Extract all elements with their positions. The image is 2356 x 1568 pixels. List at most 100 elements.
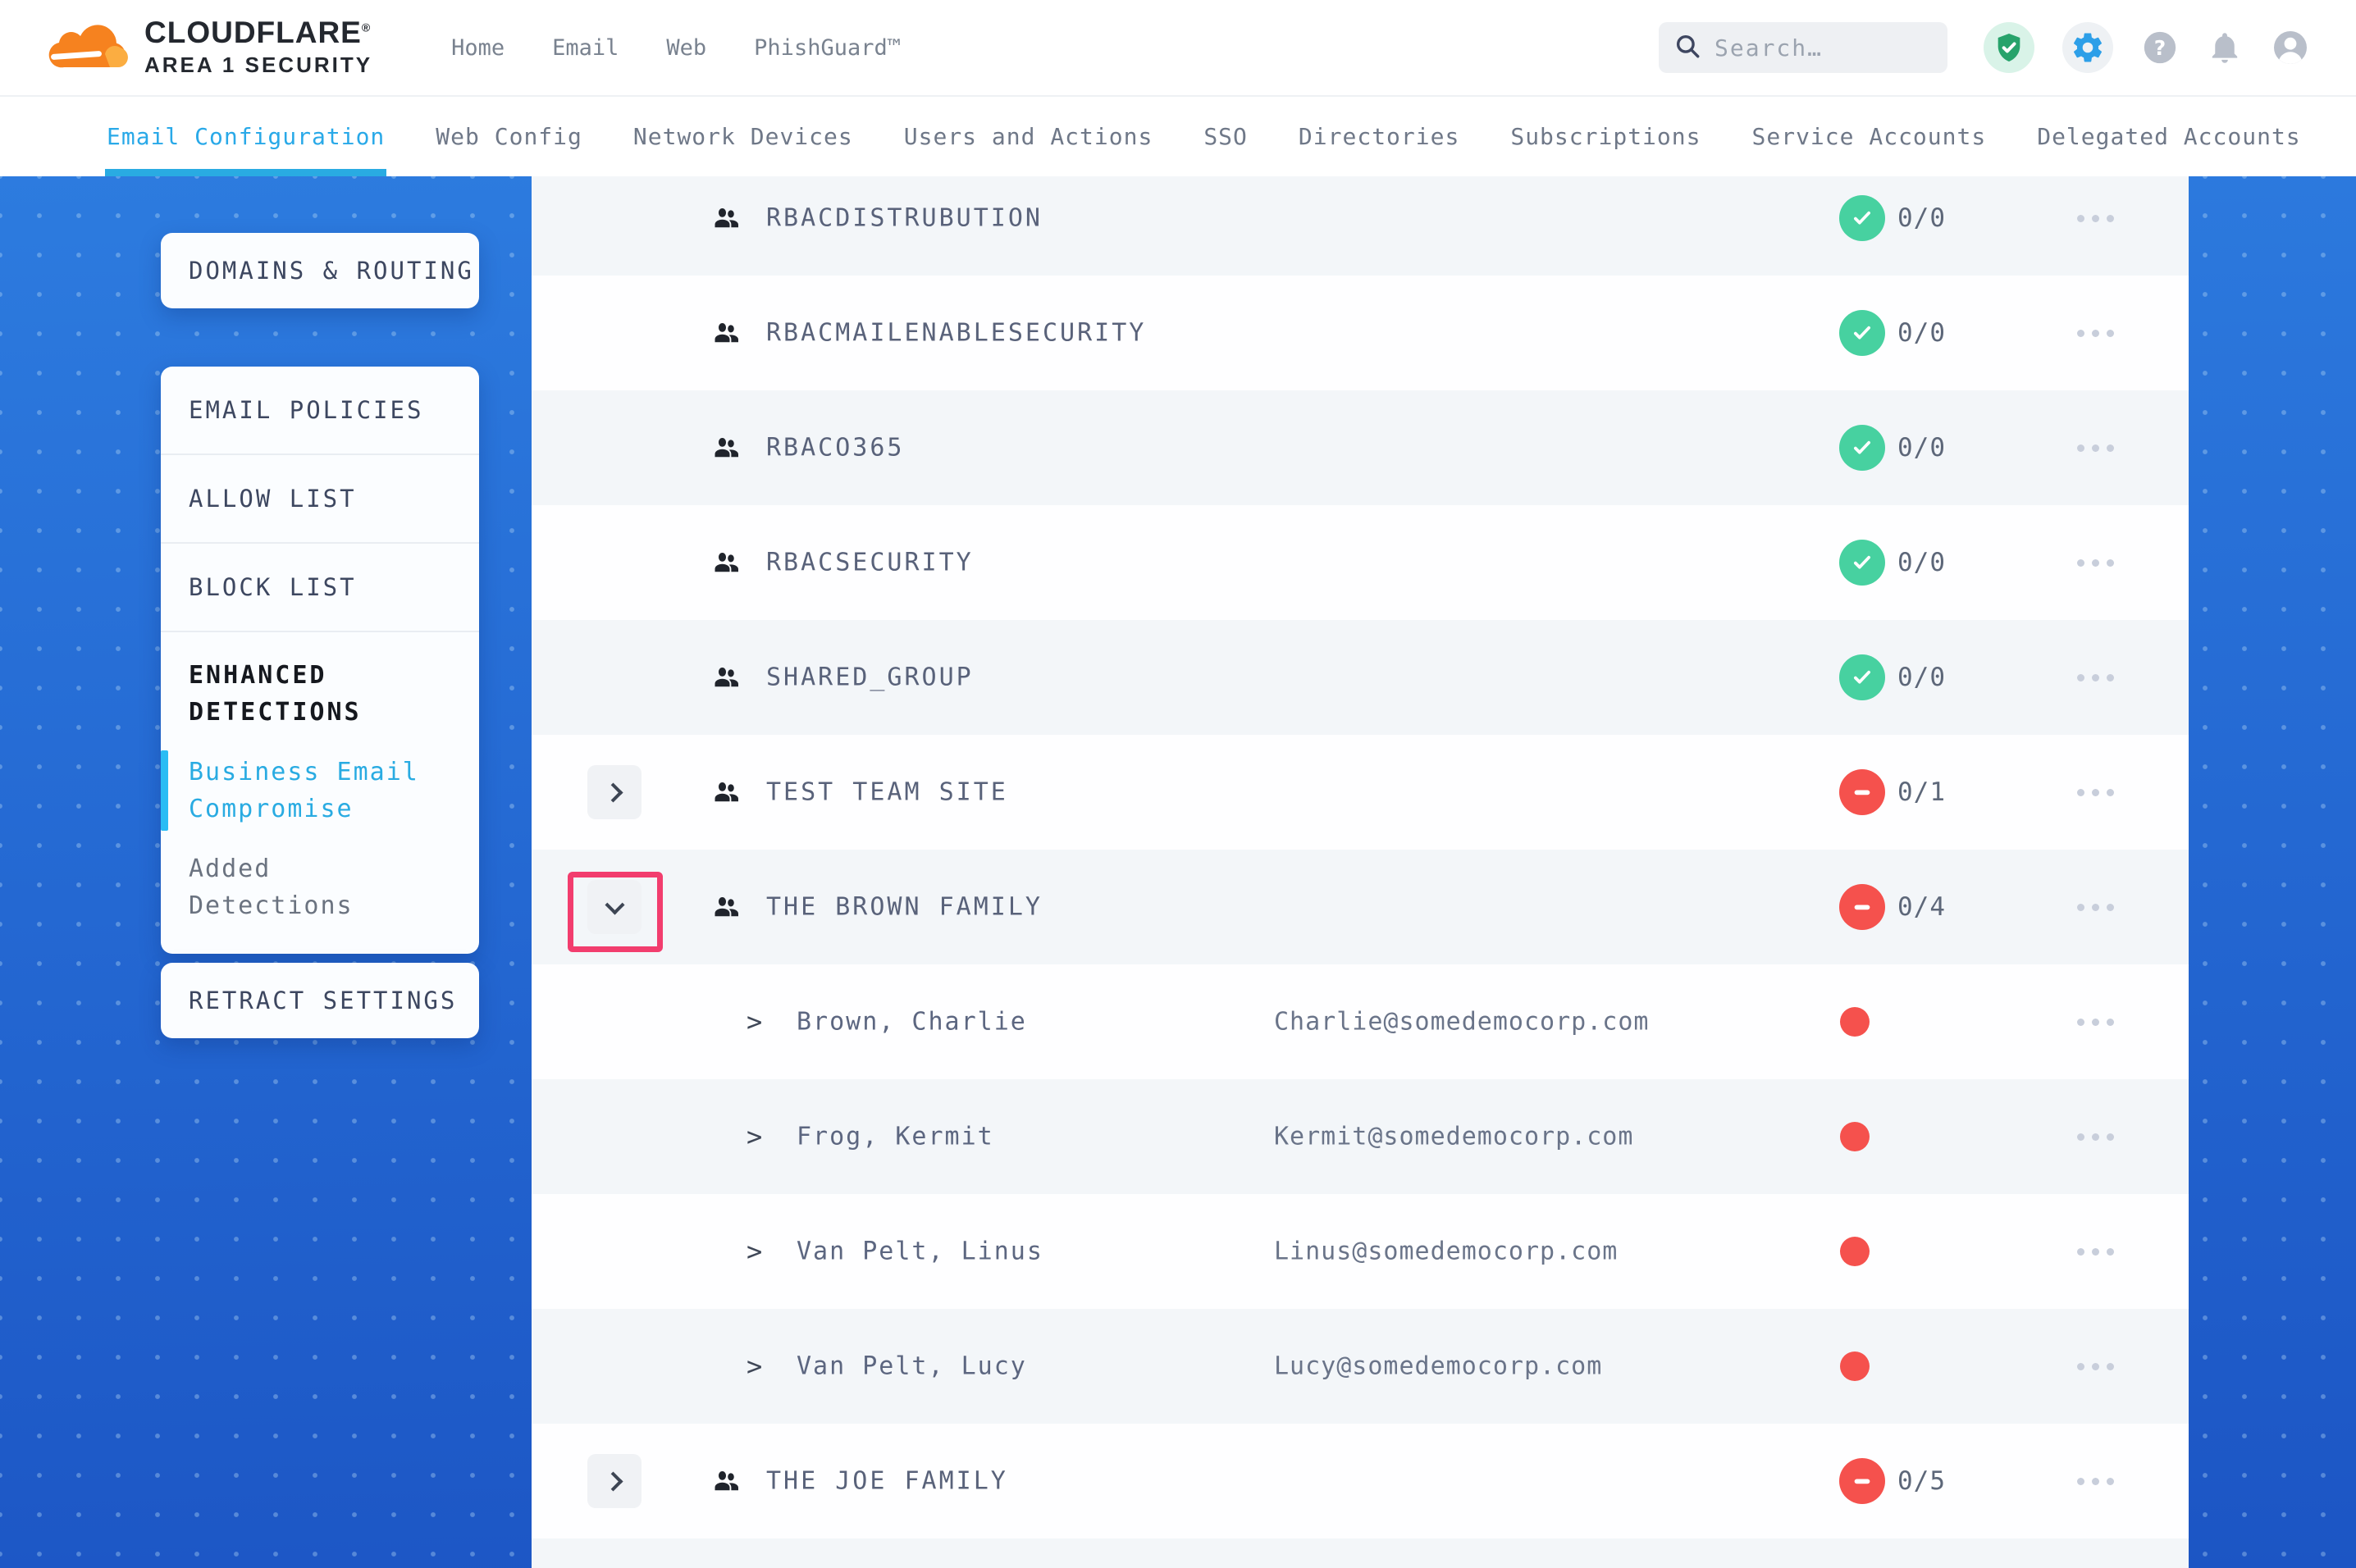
group-name: THE JOE FAMILY (766, 1467, 1008, 1496)
help-icon[interactable]: ? (2141, 29, 2179, 66)
group-icon (711, 318, 741, 348)
tab-network-devices[interactable]: Network Devices (633, 97, 853, 176)
expand-toggle-button[interactable] (587, 1454, 642, 1508)
svg-text:?: ? (2154, 36, 2166, 60)
more-actions-button[interactable] (2054, 1079, 2136, 1194)
nav-item-phishguard[interactable]: PhishGuard™ (754, 35, 901, 61)
more-actions-button[interactable] (2054, 1194, 2136, 1309)
more-actions-button[interactable] (2054, 390, 2136, 505)
brand-subtitle: AREA 1 SECURITY (144, 52, 372, 78)
group-name: SHARED_GROUP (766, 663, 974, 692)
group-name: THE BROWN FAMILY (766, 893, 1043, 922)
app-header: CLOUDFLARE® AREA 1 SECURITY Home Email Web… (0, 0, 2356, 97)
status-badge (1839, 540, 1885, 586)
member-count: 0/1 (1897, 777, 1946, 807)
search-box[interactable] (1659, 22, 1947, 73)
sidebar-card-retract-settings[interactable]: RETRACT SETTINGS (161, 963, 479, 1038)
groups-table-rows: RBACDISTRUBUTION 0/0 RBACMAILENABLESECUR… (532, 176, 2189, 1568)
nav-item-home[interactable]: Home (451, 35, 505, 61)
more-actions-button[interactable] (2054, 276, 2136, 390)
table-row-group: SHARED_GROUP 0/0 (532, 620, 2189, 735)
group-icon (711, 548, 741, 577)
table-row-member: > Van Pelt, Linus Linus@somedemocorp.com (532, 1194, 2189, 1309)
status-dot (1840, 1122, 1870, 1151)
registered-mark: ® (362, 21, 371, 34)
chevron-right-icon[interactable]: > (747, 1006, 762, 1037)
bell-icon[interactable] (2207, 30, 2243, 66)
chevron-right-icon[interactable]: > (747, 1236, 762, 1267)
expand-area (568, 872, 663, 952)
chevron-right-icon[interactable]: > (747, 1121, 762, 1152)
member-count: 0/0 (1897, 548, 1946, 577)
header-action-icons: ? (1984, 22, 2310, 73)
shield-check-icon[interactable] (1984, 22, 2034, 73)
sidebar-card-domains-routing[interactable]: DOMAINS & ROUTING (161, 233, 479, 308)
more-actions-button[interactable] (2054, 964, 2136, 1079)
gear-icon[interactable] (2062, 22, 2113, 73)
retract-settings-label: RETRACT SETTINGS (189, 987, 457, 1014)
status-badge (1839, 425, 1885, 471)
user-icon[interactable] (2271, 28, 2310, 67)
member-email: Linus@somedemocorp.com (1274, 1238, 1618, 1266)
group-name: RBACSECURITY (766, 549, 974, 577)
more-actions-button[interactable] (2054, 735, 2136, 850)
member-email: Lucy@somedemocorp.com (1274, 1352, 1602, 1381)
group-icon (711, 892, 741, 922)
tab-sso[interactable]: SSO (1203, 97, 1248, 176)
group-icon (711, 777, 741, 807)
group-icon (711, 663, 741, 692)
sidebar-item-block-list[interactable]: BLOCK LIST (161, 544, 479, 632)
status-badge (1839, 1458, 1885, 1504)
expand-toggle-button[interactable] (587, 765, 642, 819)
expand-toggle-button[interactable] (587, 880, 642, 934)
more-actions-button[interactable] (2054, 505, 2136, 620)
group-name: RBACMAILENABLESECURITY (766, 319, 1146, 348)
domains-routing-label: DOMAINS & ROUTING (189, 257, 474, 285)
tab-service-accounts[interactable]: Service Accounts (1752, 97, 1987, 176)
policy-list: EMAIL POLICIESALLOW LISTBLOCK LIST (161, 367, 479, 632)
sidebar-item-email-policies[interactable]: EMAIL POLICIES (161, 367, 479, 455)
member-email: Charlie@somedemocorp.com (1274, 1008, 1649, 1037)
expand-area (568, 757, 663, 837)
brand: CLOUDFLARE® AREA 1 SECURITY (46, 17, 372, 78)
enhanced-detections-items: Business Email Compromise Added Detection… (189, 754, 451, 924)
tab-email-configuration[interactable]: Email Configuration (107, 97, 385, 176)
more-actions-button[interactable] (2054, 850, 2136, 964)
chevron-icon (603, 782, 623, 802)
more-actions-button[interactable] (2054, 1309, 2136, 1424)
table-row-group: RBACO365 0/0 (532, 390, 2189, 505)
tab-directories[interactable]: Directories (1299, 97, 1459, 176)
search-icon (1673, 32, 1701, 63)
search-input[interactable] (1713, 34, 1933, 62)
sidebar-item-added-detections[interactable]: Added Detections (189, 850, 451, 924)
table-row-group: RBACMAILENABLESECURITY 0/0 (532, 276, 2189, 390)
more-actions-button[interactable] (2054, 620, 2136, 735)
sidebar-item-allow-list[interactable]: ALLOW LIST (161, 455, 479, 544)
group-name: RBACO365 (766, 434, 905, 463)
table-row-group: RBACSECURITY 0/0 (532, 505, 2189, 620)
tab-web-config[interactable]: Web Config (436, 97, 582, 176)
sidebar-item-business-email-compromise[interactable]: Business Email Compromise (189, 754, 451, 827)
member-name: Van Pelt, Lucy (797, 1352, 1027, 1381)
table-row-member: > Brown, Charlie Charlie@somedemocorp.co… (532, 964, 2189, 1079)
table-row-group: THE BROWN FAMILY 0/4 (532, 850, 2189, 964)
more-actions-button[interactable] (2054, 1424, 2136, 1538)
status-badge (1839, 769, 1885, 815)
tab-users-and-actions[interactable]: Users and Actions (904, 97, 1153, 176)
chevron-right-icon[interactable]: > (747, 1351, 762, 1382)
status-badge (1839, 884, 1885, 930)
tab-delegated-accounts[interactable]: Delegated Accounts (2037, 97, 2300, 176)
nav-item-email[interactable]: Email (552, 35, 619, 61)
tab-subscriptions[interactable]: Subscriptions (1510, 97, 1701, 176)
more-actions-button[interactable] (2054, 176, 2136, 276)
sidebar-card-email-policies: EMAIL POLICIESALLOW LISTBLOCK LIST ENHAN… (161, 367, 479, 954)
member-count: 0/4 (1897, 892, 1946, 922)
cloudflare-logo-icon (46, 18, 131, 77)
table-row-group: RBACDISTRUBUTION 0/0 (532, 176, 2189, 276)
group-name: TEST TEAM SITE (766, 778, 1008, 807)
nav-item-web[interactable]: Web (666, 35, 706, 61)
partial-next-row (532, 1538, 2189, 1568)
status-dot (1840, 1237, 1870, 1266)
member-count: 0/0 (1897, 318, 1946, 348)
member-count: 0/0 (1897, 663, 1946, 692)
